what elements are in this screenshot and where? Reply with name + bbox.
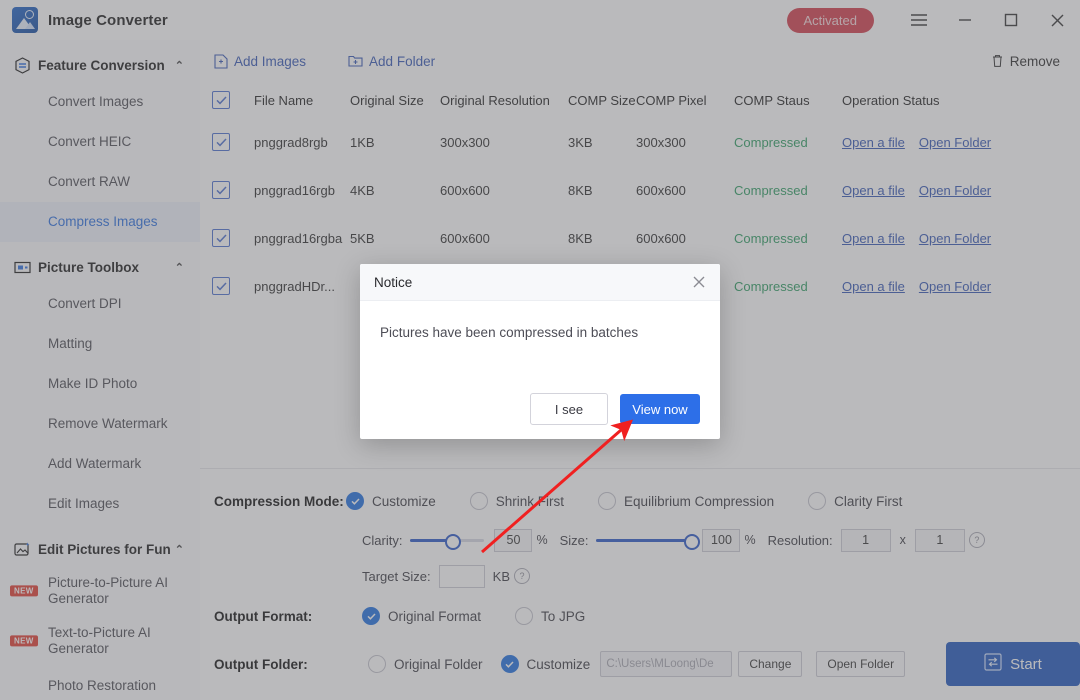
dialog-message: Pictures have been compressed in batches xyxy=(380,325,639,340)
dialog-title: Notice xyxy=(374,274,413,290)
dialog-header: Notice xyxy=(360,264,720,301)
notice-dialog: Notice Pictures have been compressed in … xyxy=(360,264,720,439)
view-now-button[interactable]: View now xyxy=(620,394,700,424)
i-see-button[interactable]: I see xyxy=(530,393,608,425)
dialog-actions: I see View now xyxy=(360,379,720,439)
close-icon[interactable] xyxy=(692,275,706,289)
